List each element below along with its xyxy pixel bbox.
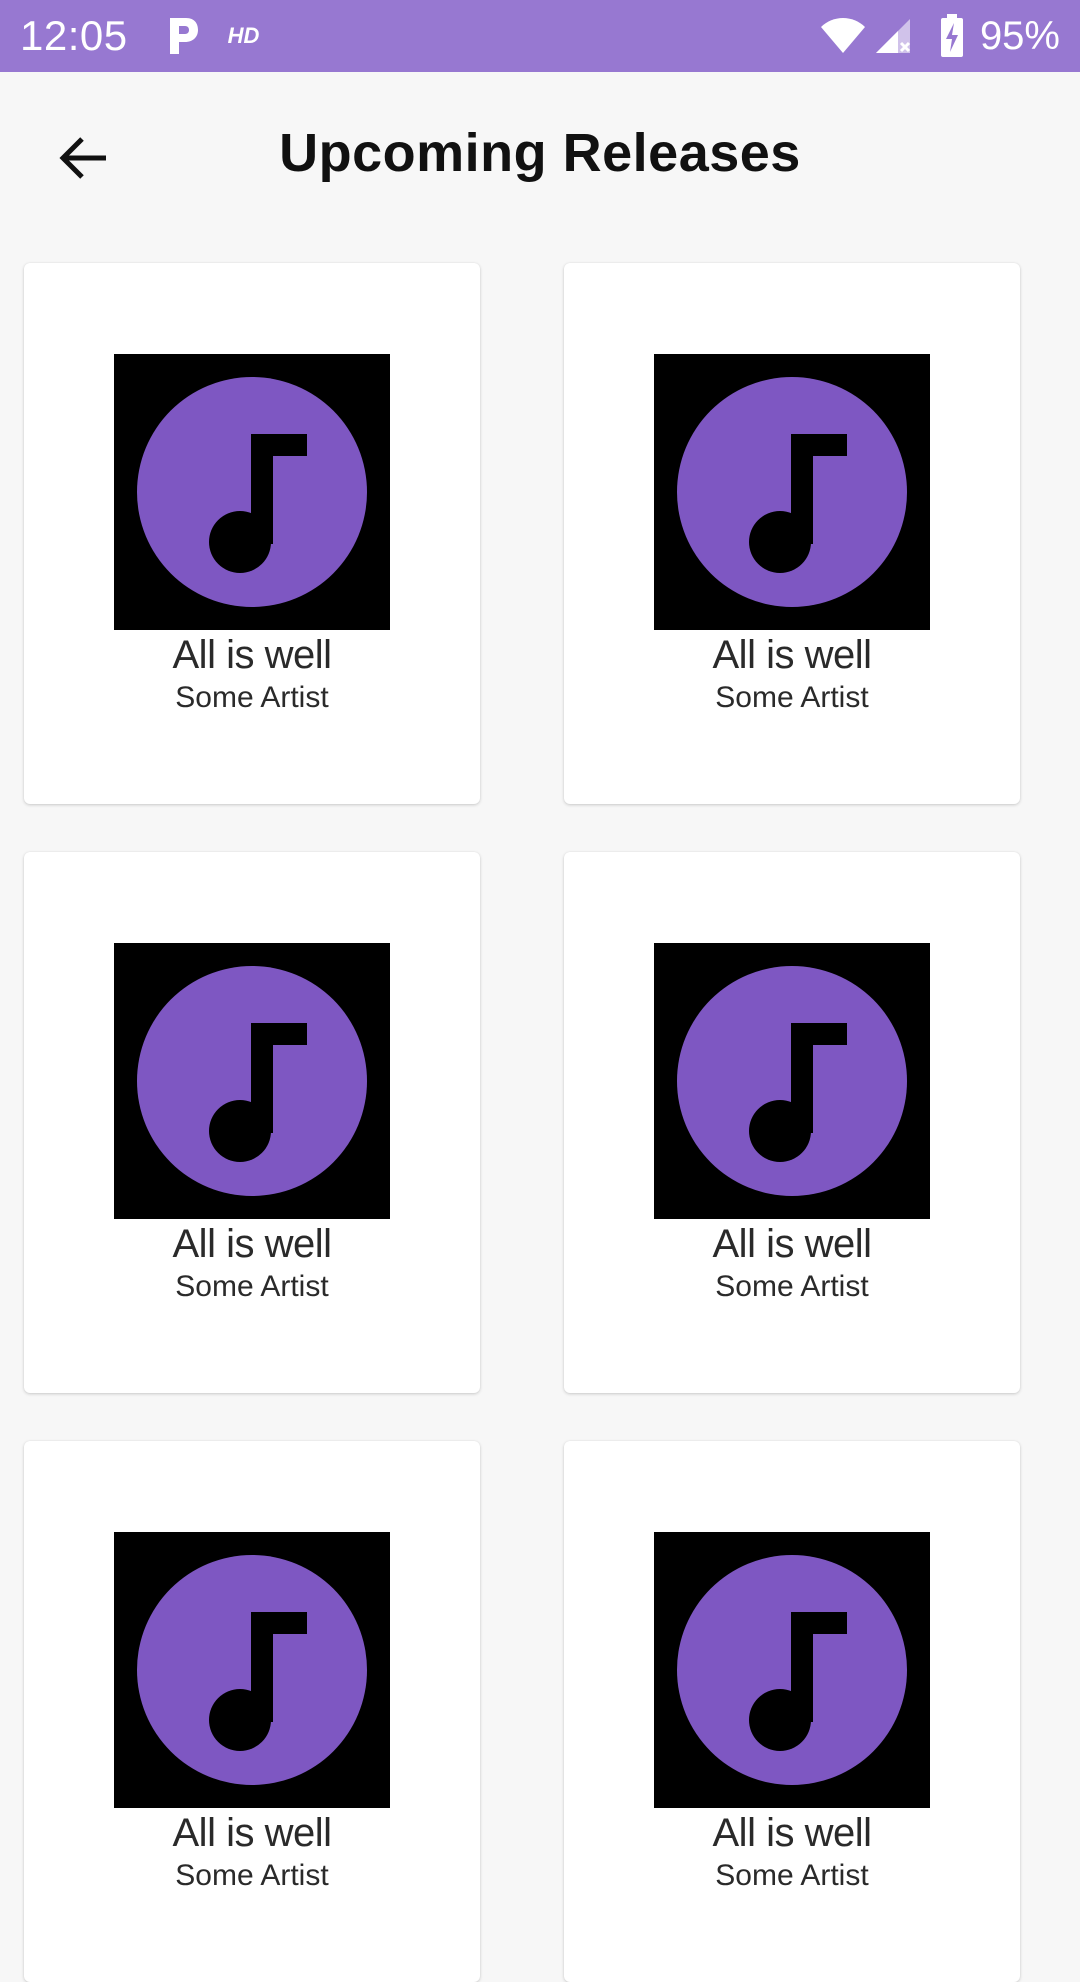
battery-percentage: 95% [979, 13, 1060, 58]
artist-name: Some Artist [715, 1859, 869, 1892]
page-title: Upcoming Releases [279, 123, 801, 183]
release-card[interactable]: All is well Some Artist [24, 852, 480, 1393]
artist-name: Some Artist [715, 681, 869, 714]
music-note-icon [137, 377, 367, 607]
artist-name: Some Artist [715, 1270, 869, 1303]
release-card[interactable]: All is well Some Artist [564, 263, 1020, 804]
p-icon [169, 18, 198, 54]
music-note-icon [677, 966, 907, 1196]
status-right: 95% [820, 14, 1060, 59]
song-title: All is well [172, 1222, 332, 1266]
artist-name: Some Artist [175, 681, 329, 714]
album-cover [654, 1532, 930, 1808]
album-cover [114, 943, 390, 1219]
release-card[interactable]: All is well Some Artist [24, 263, 480, 804]
artist-name: Some Artist [175, 1270, 329, 1303]
hd-label: HD [227, 23, 260, 48]
artist-name: Some Artist [175, 1859, 329, 1892]
releases-grid: All is well Some Artist All is well Some… [24, 263, 1024, 1982]
song-title: All is well [712, 1811, 872, 1855]
song-title: All is well [712, 633, 872, 677]
release-card[interactable]: All is well Some Artist [564, 852, 1020, 1393]
album-cover [654, 354, 930, 630]
status-bar: 12:05 HD 95% [0, 0, 1080, 72]
status-time: 12:05 [20, 12, 128, 59]
wifi-icon [820, 18, 865, 53]
album-cover [114, 1532, 390, 1808]
release-card[interactable]: All is well Some Artist [564, 1441, 1020, 1982]
album-cover [654, 943, 930, 1219]
music-note-icon [677, 377, 907, 607]
signal-icon [875, 19, 910, 53]
status-left: 12:05 HD [20, 12, 259, 60]
song-title: All is well [712, 1222, 872, 1266]
music-note-icon [137, 966, 367, 1196]
music-note-icon [677, 1555, 907, 1785]
battery-icon [940, 14, 963, 57]
song-title: All is well [172, 633, 332, 677]
app-bar: Upcoming Releases [0, 72, 1080, 240]
song-title: All is well [172, 1811, 332, 1855]
release-card[interactable]: All is well Some Artist [24, 1441, 480, 1982]
album-cover [114, 354, 390, 630]
music-note-icon [137, 1555, 367, 1785]
